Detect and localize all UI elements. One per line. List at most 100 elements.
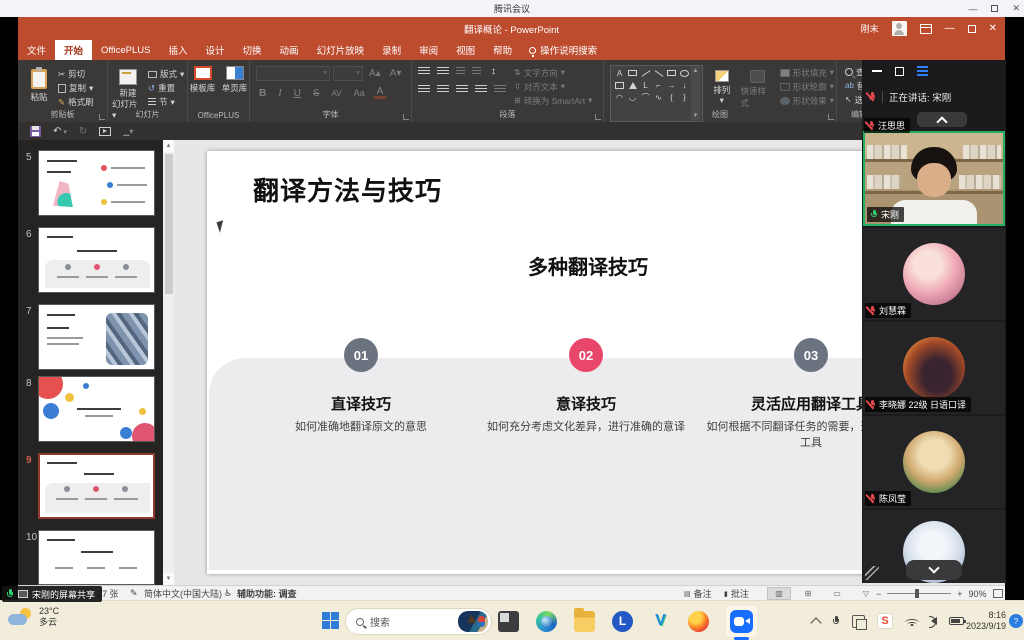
clipboard-dialog-launcher[interactable] (99, 114, 105, 120)
ppt-minimize-icon[interactable]: — (945, 23, 955, 34)
shrink-font-icon[interactable]: A▾ (387, 68, 405, 79)
sogou-input-icon[interactable]: S (877, 613, 893, 629)
tray-expand-icon[interactable] (810, 617, 821, 628)
account-name[interactable]: 刚末 (861, 22, 879, 35)
tab-insert[interactable]: 插入 (160, 40, 197, 60)
page-library-button[interactable]: 单页库 (222, 66, 248, 94)
reset-button[interactable]: ↺重置 (148, 81, 184, 95)
character-spacing-button[interactable]: AV (328, 89, 344, 98)
copy-button[interactable]: 复制 ▾ (58, 81, 94, 95)
reading-view-button[interactable]: ▭ (825, 587, 849, 600)
line-spacing-icon[interactable]: ↕ (488, 66, 499, 77)
zoom-level[interactable]: 90% (969, 589, 987, 599)
align-text-button[interactable]: ⇳对齐文本 ▾ (514, 81, 592, 92)
tab-review[interactable]: 审阅 (410, 40, 447, 60)
tab-view[interactable]: 视图 (447, 40, 484, 60)
firefox-icon[interactable] (688, 611, 709, 632)
thumbnail-slide-7[interactable]: 7 (18, 304, 163, 371)
thumbnail-slide-5[interactable]: 5 (18, 150, 163, 217)
zoom-slider-thumb[interactable] (915, 589, 919, 598)
font-name-combo[interactable] (256, 66, 330, 81)
search-daily-image[interactable] (458, 611, 488, 632)
comments-button[interactable]: ▮批注 (724, 586, 749, 600)
decrease-indent-icon[interactable] (456, 67, 465, 76)
app-icon[interactable] (498, 611, 519, 632)
video-tile-speaker[interactable]: 宋刚 (863, 131, 1005, 226)
justify-icon[interactable] (475, 85, 487, 94)
font-color-button[interactable]: A (374, 87, 387, 99)
file-explorer-icon[interactable] (574, 611, 595, 632)
notes-button[interactable]: ▤备注 (684, 586, 712, 600)
layout-button[interactable]: 版式 ▾ (148, 67, 184, 81)
ppt-restore-icon[interactable] (968, 25, 976, 33)
thumbnail-slide-6[interactable]: 6 (18, 227, 163, 294)
ppt-close-icon[interactable]: ✕ (989, 23, 997, 34)
font-size-combo[interactable] (333, 66, 363, 81)
underline-button[interactable]: U (291, 88, 304, 99)
lenovo-app-icon[interactable]: L (612, 611, 633, 632)
thumbnail-slide-8[interactable]: 8 (18, 376, 163, 443)
taskbar-clock[interactable]: 8:16 2023/9/19 (966, 601, 1006, 640)
collapse-videos-button[interactable] (906, 560, 962, 580)
thumbnail-slide-10[interactable]: 10 (18, 530, 163, 585)
paragraph-dialog-launcher[interactable] (595, 114, 601, 120)
ribbon-display-options-icon[interactable] (920, 24, 932, 34)
slide-title[interactable]: 翻译方法与技巧 (253, 171, 442, 208)
scrollbar-thumb[interactable] (165, 154, 173, 294)
bold-button[interactable]: B (256, 88, 269, 99)
tab-file[interactable]: 文件 (18, 40, 55, 60)
tab-home[interactable]: 开始 (55, 40, 92, 60)
tab-design[interactable]: 设计 (197, 40, 234, 60)
start-button[interactable] (322, 612, 339, 629)
tab-help[interactable]: 帮助 (484, 40, 521, 60)
notification-badge[interactable]: ? (1009, 614, 1023, 628)
fit-to-window-icon[interactable] (993, 589, 1003, 598)
bullets-icon[interactable] (418, 67, 430, 76)
language-status[interactable]: 简体中文(中国大陆) (144, 586, 222, 600)
edge-icon[interactable] (536, 611, 557, 632)
tab-record[interactable]: 录制 (373, 40, 410, 60)
text-direction-button[interactable]: ⇅文字方向 ▾ (514, 67, 592, 78)
video-tile[interactable]: 刘慧霖 (863, 228, 1005, 320)
change-case-button[interactable]: Aa (351, 88, 368, 98)
section-button[interactable]: 节 ▾ (148, 95, 184, 109)
zoom-out-icon[interactable]: − (876, 589, 881, 599)
slideshow-view-button[interactable]: ▽ (854, 587, 878, 600)
accessibility-status[interactable]: 辅助功能: 调查 (237, 586, 297, 600)
scroll-up-icon[interactable]: ▲ (163, 140, 174, 152)
template-library-button[interactable]: 模板库 (190, 66, 216, 94)
shape-outline-button[interactable]: 形状轮廓 ▾ (780, 81, 834, 92)
save-icon[interactable] (30, 126, 41, 137)
minimize-icon[interactable]: — (968, 4, 977, 14)
strikethrough-button[interactable]: S (310, 88, 323, 99)
redo-icon[interactable]: ↻ (79, 126, 87, 137)
numbering-icon[interactable] (437, 67, 449, 76)
scroll-down-icon[interactable]: ▼ (163, 573, 174, 585)
tell-me-search[interactable]: 操作说明搜索 (521, 40, 605, 60)
format-painter-button[interactable]: ✎格式刷 (58, 95, 94, 109)
increase-indent-icon[interactable] (472, 67, 481, 76)
tab-slideshow[interactable]: 幻灯片放映 (308, 40, 374, 60)
my-mic-muted-icon[interactable] (868, 92, 876, 102)
sidebar-menu-icon[interactable] (917, 66, 928, 76)
start-slideshow-icon[interactable] (99, 127, 111, 136)
video-tile[interactable]: 陈凤莹 (863, 416, 1005, 508)
proofing-icon[interactable]: ✎ (130, 586, 138, 600)
slide-subtitle[interactable]: 多种翻译技巧 (488, 251, 688, 280)
drawing-dialog-launcher[interactable] (828, 114, 834, 120)
v-app-icon[interactable]: V (650, 611, 671, 632)
grow-font-icon[interactable]: A▴ (366, 68, 384, 79)
undo-icon[interactable]: ↶ ▾ (53, 126, 67, 137)
tab-animations[interactable]: 动画 (271, 40, 308, 60)
shape-fill-button[interactable]: 形状填充 ▾ (780, 67, 834, 78)
columns-icon[interactable] (494, 85, 506, 94)
align-right-icon[interactable] (456, 85, 468, 94)
battery-icon[interactable] (949, 617, 964, 625)
video-tile[interactable]: 李晓娜 22级 日语口译 (863, 322, 1005, 414)
tray-mic-icon[interactable] (832, 616, 840, 626)
normal-view-button[interactable]: ▥ (767, 587, 791, 600)
convert-smartart-button[interactable]: ⊞转换为 SmartArt ▾ (514, 95, 592, 106)
tab-officeplus[interactable]: OfficePLUS (92, 40, 159, 60)
slide-sorter-view-button[interactable]: ⊞ (796, 587, 820, 600)
customize-qat-icon[interactable]: ▁▾ (123, 127, 133, 136)
